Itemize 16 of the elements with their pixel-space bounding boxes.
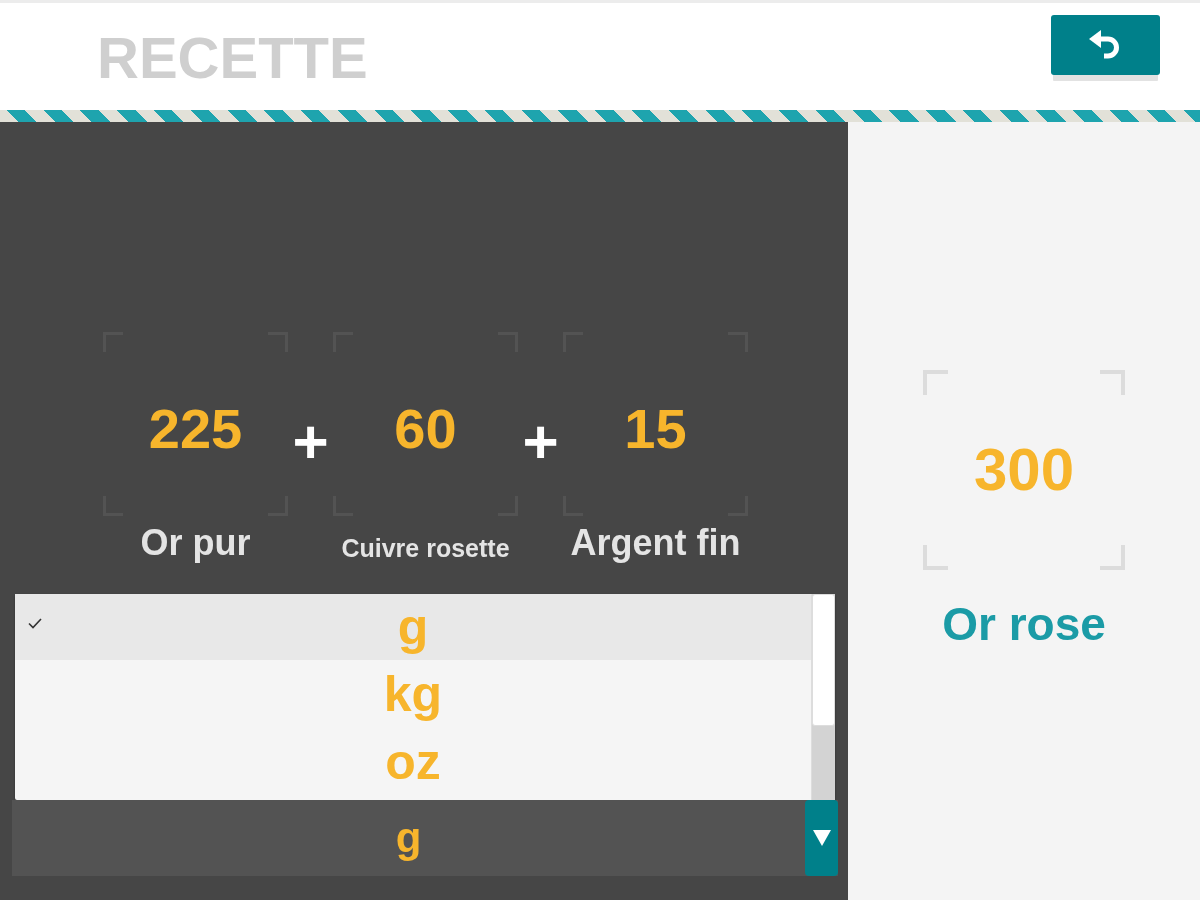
- amount-value: 225: [148, 398, 243, 460]
- ingredient-label: Or pur: [140, 521, 251, 564]
- scrollbar[interactable]: [811, 594, 835, 800]
- dropdown-arrow-button[interactable]: [805, 800, 838, 876]
- unit-select[interactable]: g: [12, 800, 838, 876]
- result-label: Or rose: [942, 598, 1106, 650]
- amount-value: 60: [394, 398, 457, 460]
- caret-down-icon: [812, 830, 831, 846]
- amount-value: 15: [624, 398, 687, 460]
- result-amount: 300: [973, 437, 1075, 503]
- plus-sign: +: [521, 412, 560, 472]
- unit-option[interactable]: g: [15, 594, 811, 660]
- ingredient-label: Argent fin: [570, 521, 741, 564]
- plus-sign: +: [291, 412, 330, 472]
- check-icon: [28, 618, 42, 629]
- ingredient-label: Cuivre rosette: [341, 533, 510, 564]
